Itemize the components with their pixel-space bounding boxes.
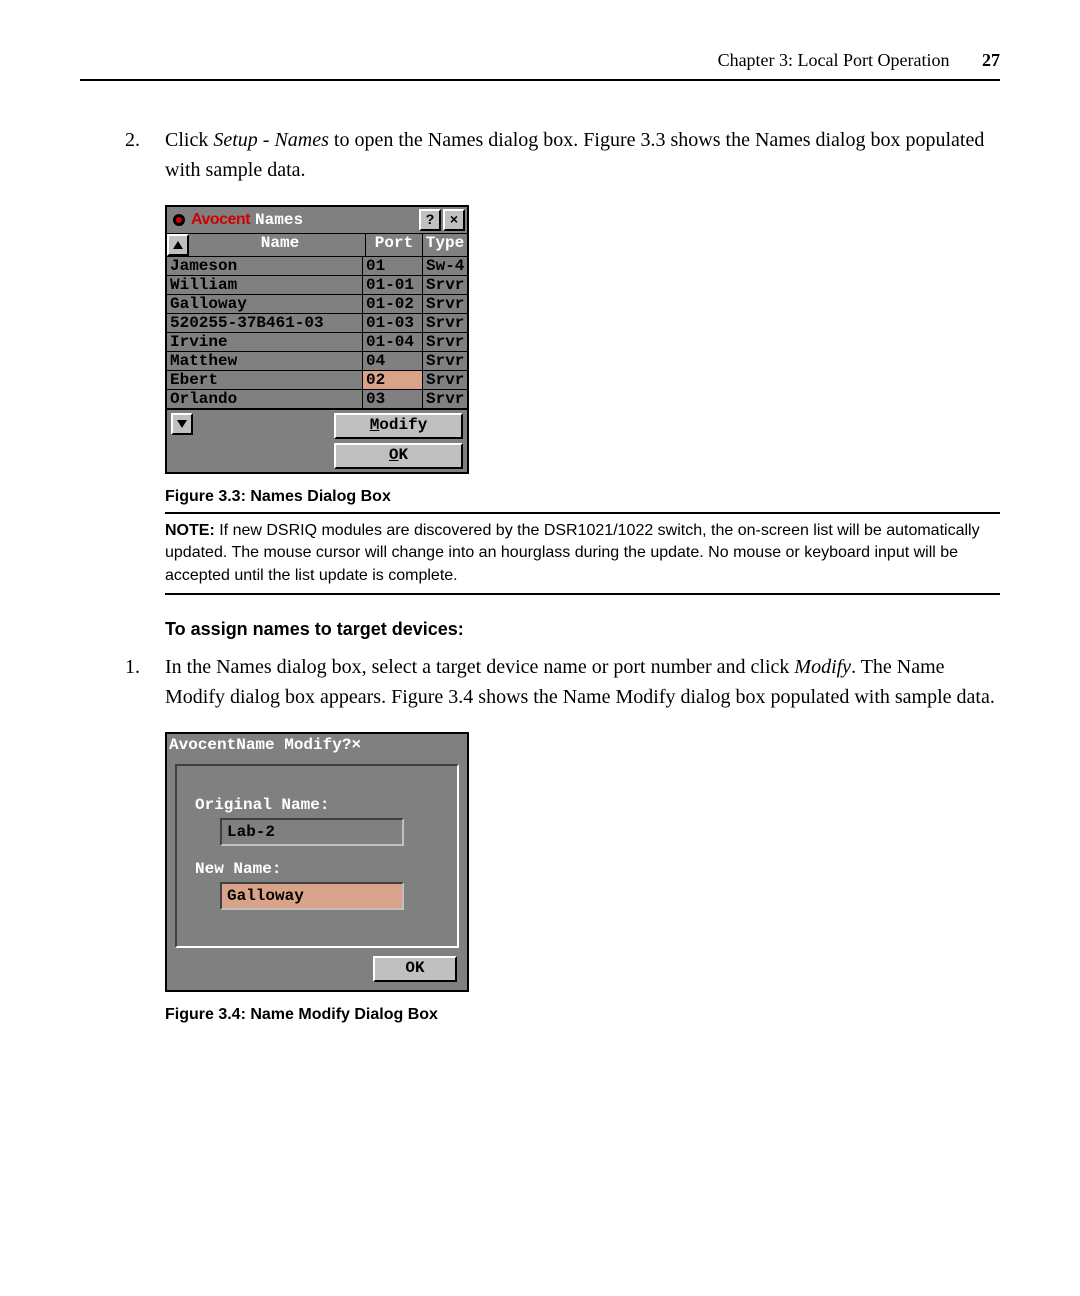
col-header-name[interactable]: Name bbox=[189, 234, 365, 256]
figure-3-4-caption: Figure 3.4: Name Modify Dialog Box bbox=[165, 1006, 1000, 1024]
scroll-up-button[interactable] bbox=[167, 234, 189, 256]
cell-name: Orlando bbox=[167, 390, 363, 408]
name-modify-dialog: Avocent Name Modify ? × Original Name: L… bbox=[165, 732, 469, 992]
table-row[interactable]: Ebert02Srvr bbox=[167, 371, 467, 390]
modify-italic: Modify bbox=[794, 656, 851, 678]
cell-name: Galloway bbox=[167, 295, 363, 313]
header-rule bbox=[80, 79, 1000, 81]
new-name-input[interactable]: Galloway bbox=[220, 882, 404, 910]
col-header-type[interactable]: Type bbox=[422, 234, 467, 256]
ok-accel: O bbox=[389, 446, 399, 464]
help-button[interactable]: ? bbox=[419, 209, 441, 231]
cell-name: William bbox=[167, 276, 363, 294]
cell-type: Srvr bbox=[423, 276, 467, 294]
ok-accel: O bbox=[405, 959, 415, 977]
ok-button[interactable]: OK bbox=[373, 956, 457, 982]
menu-names: Names bbox=[274, 129, 328, 151]
table-row[interactable]: Irvine01-04Srvr bbox=[167, 333, 467, 352]
ok-rest: K bbox=[415, 959, 425, 977]
note-rule-bottom bbox=[165, 593, 1000, 595]
modify-button[interactable]: Modify bbox=[334, 413, 463, 439]
menu-setup: Setup bbox=[213, 129, 257, 151]
figure-3-3-caption: Figure 3.3: Names Dialog Box bbox=[165, 488, 1000, 506]
note-label: NOTE: bbox=[165, 522, 215, 539]
cell-name: 520255-37B461-03 bbox=[167, 314, 363, 332]
note-block: NOTE: If new DSRIQ modules are discovere… bbox=[165, 520, 1000, 587]
modify-rest: odify bbox=[379, 416, 427, 434]
cell-port: 01 bbox=[363, 257, 423, 275]
avocent-logo-icon bbox=[169, 212, 189, 228]
step1-number: 1. bbox=[125, 652, 140, 682]
cell-port: 04 bbox=[363, 352, 423, 370]
section-heading: To assign names to target devices: bbox=[165, 619, 1000, 640]
table-row[interactable]: 520255-37B461-0301-03Srvr bbox=[167, 314, 467, 333]
table-row[interactable]: William01-01Srvr bbox=[167, 276, 467, 295]
cell-type: Srvr bbox=[423, 314, 467, 332]
table-row[interactable]: Orlando03Srvr bbox=[167, 390, 467, 410]
step-number: 2. bbox=[125, 125, 140, 155]
cell-name: Ebert bbox=[167, 371, 363, 389]
new-name-label: New Name: bbox=[195, 860, 439, 878]
cell-port: 01-04 bbox=[363, 333, 423, 351]
cell-type: Srvr bbox=[423, 295, 467, 313]
names-column-header: Name Port Type bbox=[167, 233, 467, 257]
table-row[interactable]: Matthew04Srvr bbox=[167, 352, 467, 371]
brand-text: Avocent bbox=[169, 736, 236, 754]
cell-name: Jameson bbox=[167, 257, 363, 275]
cell-port: 02 bbox=[363, 371, 423, 389]
cell-type: Srvr bbox=[423, 333, 467, 351]
cell-type: Srvr bbox=[423, 371, 467, 389]
names-rows: Jameson01Sw-4William01-01SrvrGalloway01-… bbox=[167, 257, 467, 410]
modify-accel: M bbox=[370, 416, 380, 434]
step-dash: - bbox=[258, 129, 275, 151]
cell-port: 03 bbox=[363, 390, 423, 408]
names-titlebar: Avocent Names ? × bbox=[167, 207, 467, 233]
dialog-title: Names bbox=[255, 211, 303, 229]
cell-type: Sw-4 bbox=[423, 257, 467, 275]
step-text-1: Click bbox=[165, 129, 213, 151]
cell-type: Srvr bbox=[423, 390, 467, 408]
cell-name: Irvine bbox=[167, 333, 363, 351]
close-button[interactable]: × bbox=[443, 209, 465, 231]
step-1: 1. In the Names dialog box, select a tar… bbox=[165, 652, 1000, 712]
names-dialog: Avocent Names ? × Name Port Type Jameson… bbox=[165, 205, 469, 474]
cell-port: 01-03 bbox=[363, 314, 423, 332]
cell-type: Srvr bbox=[423, 352, 467, 370]
note-rule-top bbox=[165, 512, 1000, 514]
ok-button[interactable]: OK bbox=[334, 443, 463, 469]
col-header-port[interactable]: Port bbox=[365, 234, 422, 256]
dialog-title: Name Modify bbox=[236, 736, 342, 754]
cell-port: 01-02 bbox=[363, 295, 423, 313]
ok-rest: K bbox=[399, 446, 409, 464]
chapter-title: Chapter 3: Local Port Operation bbox=[718, 50, 950, 70]
cell-port: 01-01 bbox=[363, 276, 423, 294]
table-row[interactable]: Galloway01-02Srvr bbox=[167, 295, 467, 314]
page-number: 27 bbox=[982, 50, 1000, 70]
step1-text-1: In the Names dialog box, select a target… bbox=[165, 656, 794, 678]
note-text: If new DSRIQ modules are discovered by t… bbox=[165, 522, 980, 584]
table-row[interactable]: Jameson01Sw-4 bbox=[167, 257, 467, 276]
original-name-label: Original Name: bbox=[195, 796, 439, 814]
close-button[interactable]: × bbox=[351, 736, 361, 754]
cell-name: Matthew bbox=[167, 352, 363, 370]
original-name-field: Lab-2 bbox=[220, 818, 404, 846]
modify-titlebar: Avocent Name Modify ? × bbox=[167, 734, 467, 756]
scroll-down-button[interactable] bbox=[171, 413, 193, 435]
brand-text: Avocent bbox=[191, 211, 250, 229]
help-button[interactable]: ? bbox=[342, 736, 352, 754]
running-header: Chapter 3: Local Port Operation 27 bbox=[80, 50, 1000, 71]
step-2: 2. Click Setup - Names to open the Names… bbox=[165, 125, 1000, 185]
